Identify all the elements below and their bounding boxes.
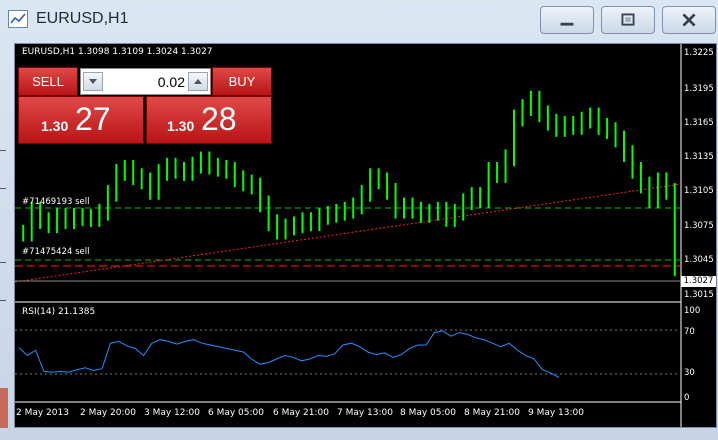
window-title: EURUSD,H1 [36,10,129,27]
close-button[interactable] [662,6,716,34]
chart-window: EURUSD,H1 EURUSD,H1 1.3098 1.3109 1.3024… [0,0,718,440]
lot-stepper [80,68,211,95]
rsi-scale: 0 [684,393,690,403]
order-label-2: #71475424 sell [22,247,90,257]
rsi-scale: 100 [684,306,701,316]
current-price-tag: 1.3027 [681,276,716,287]
price-tick: 1.3105 [684,186,714,196]
time-tick: 3 May 12:00 [144,408,200,418]
sell-price-pips: 27 [75,101,111,137]
time-tick: 2 May 20:00 [80,408,136,418]
taskbar-edge [0,388,8,428]
lot-increase-button[interactable] [188,72,208,91]
chart-header: EURUSD,H1 1.3098 1.3109 1.3024 1.3027 [22,47,213,57]
buy-price-pips: 28 [201,101,237,137]
rsi-scale: 30 [684,368,695,378]
buy-button[interactable]: BUY [212,67,272,96]
rsi-line [18,330,560,378]
chevron-up-icon [194,79,202,84]
time-tick: 2 May 2013 [16,408,69,418]
time-tick: 9 May 13:00 [528,408,584,418]
price-tick: 1.3045 [684,255,714,265]
one-click-trading-panel: SELL BUY 1.30 27 1.30 28 [18,67,272,144]
sell-price-button[interactable]: 1.30 27 [18,96,144,144]
time-tick: 8 May 05:00 [400,408,456,418]
rsi-scale: 70 [684,327,695,337]
price-tick: 1.3075 [684,221,714,231]
maximize-button[interactable] [601,6,655,34]
price-tick: 1.3165 [684,118,714,128]
price-tick: 1.3195 [684,84,714,94]
time-tick: 6 May 21:00 [273,408,329,418]
title-bar[interactable]: EURUSD,H1 [0,0,718,40]
time-tick: 8 May 21:00 [464,408,520,418]
order-label-1: #71469193 sell [22,197,90,207]
buy-price-prefix: 1.30 [167,118,195,134]
time-tick: 6 May 05:00 [208,408,264,418]
maximize-icon [621,13,635,26]
sell-label: SELL [32,74,64,89]
lot-decrease-button[interactable] [83,72,103,91]
time-tick: 7 May 13:00 [337,408,393,418]
sell-button[interactable]: SELL [18,67,78,96]
sell-price-prefix: 1.30 [41,118,69,134]
buy-label: BUY [228,74,256,89]
minimize-button[interactable] [540,6,594,34]
close-icon [682,13,696,27]
price-tick: 1.3225 [684,48,714,58]
chart-app-icon [8,10,28,28]
price-tick: 1.3135 [684,152,714,162]
buy-price-button[interactable]: 1.30 28 [146,96,272,144]
trend-line [14,183,682,283]
chevron-down-icon [89,79,97,84]
price-tick: 1.3015 [684,290,714,300]
minimize-icon [560,22,574,26]
lot-size-input[interactable] [105,72,187,91]
rsi-label: RSI(14) 21.1385 [22,307,96,317]
